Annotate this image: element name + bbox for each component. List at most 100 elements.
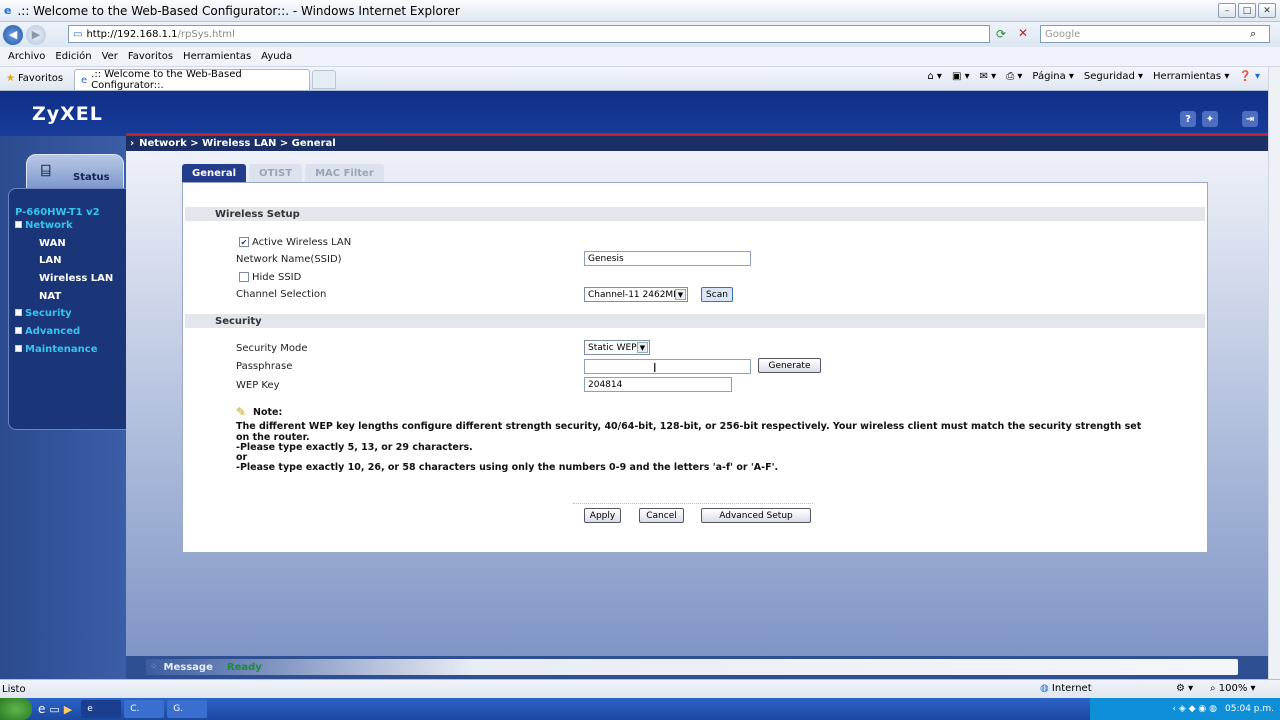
sidebar-nav: P-660HW-T1 v2 Network WAN LAN Wireless L… — [8, 188, 126, 430]
channel-select[interactable]: Channel-11 2462MHz ▼ — [584, 287, 688, 302]
taskbar-item-g[interactable]: G. — [167, 700, 208, 718]
menu-herramientas-cmd[interactable]: Herramientas ▾ — [1153, 71, 1229, 82]
hide-ssid-checkbox[interactable] — [239, 272, 249, 282]
taskbar-item-ie[interactable]: e — [81, 700, 122, 718]
content-area: General OTIST MAC Filter Wireless Setup … — [126, 151, 1268, 656]
status-tab[interactable]: ⌸ Status — [26, 154, 124, 190]
tab-mac-filter[interactable]: MAC Filter — [305, 164, 384, 182]
section-wireless-setup: Wireless Setup — [185, 207, 1205, 221]
globe-icon: ◍ — [1040, 683, 1049, 694]
chevron-down-icon: ▼ — [675, 289, 686, 300]
start-button[interactable] — [0, 698, 32, 720]
menu-pagina[interactable]: Página ▾ — [1032, 71, 1074, 82]
breadcrumb-arrow-icon: › — [130, 138, 135, 149]
sidebar-item-maintenance[interactable]: Maintenance — [15, 344, 98, 355]
expand-icon — [15, 345, 22, 352]
address-path: /rpSys.html — [177, 28, 235, 40]
menu-favoritos[interactable]: Favoritos — [128, 51, 173, 62]
print-icon[interactable]: ⎙ ▾ — [1006, 71, 1022, 82]
note-icon: ✎ — [236, 405, 247, 419]
menu-ayuda[interactable]: Ayuda — [261, 51, 292, 62]
zoom-control[interactable]: ⌕ 100% ▾ — [1210, 683, 1256, 694]
desktop-quicklaunch-icon[interactable]: ▭ — [49, 703, 59, 716]
breadcrumb-text: Network > Wireless LAN > General — [139, 138, 336, 149]
browser-tab-active[interactable]: e.:: Welcome to the Web-Based Configurat… — [74, 69, 310, 91]
sidebar-item-wireless-lan[interactable]: Wireless LAN — [39, 273, 113, 284]
sidebar-item-lan[interactable]: LAN — [39, 255, 61, 266]
menu-bar: Archivo Edición Ver Favoritos Herramient… — [0, 47, 1280, 67]
sidebar-item-wan[interactable]: WAN — [39, 238, 66, 249]
expand-icon — [15, 327, 22, 334]
sidebar-item-security[interactable]: Security — [15, 308, 72, 319]
sidebar-item-advanced[interactable]: Advanced — [15, 326, 80, 337]
security-mode-select[interactable]: Static WEP ▼ — [584, 340, 650, 355]
vertical-scrollbar[interactable] — [1268, 67, 1280, 679]
menu-seguridad[interactable]: Seguridad ▾ — [1084, 71, 1143, 82]
apply-button[interactable]: Apply — [584, 508, 621, 523]
stop-icon[interactable]: ✕ — [1018, 26, 1028, 40]
active-wlan-checkbox[interactable]: ✔ — [239, 237, 249, 247]
mail-icon[interactable]: ✉ ▾ — [980, 71, 997, 82]
ie-tab-icon: e — [81, 74, 88, 86]
refresh-icon[interactable]: ⟳ — [996, 27, 1006, 41]
ie-quicklaunch-icon[interactable]: e — [38, 702, 45, 716]
media-quicklaunch-icon[interactable]: ▶ — [64, 703, 72, 716]
menu-archivo[interactable]: Archivo — [8, 51, 45, 62]
window-title: .:: Welcome to the Web-Based Configurato… — [17, 3, 460, 18]
active-wlan-label: Active Wireless LAN — [252, 237, 352, 248]
message-label: Message — [163, 661, 213, 673]
close-window-button[interactable]: ✕ — [1258, 3, 1276, 18]
clock: 05:04 p.m. — [1225, 704, 1274, 714]
page-header: ZyXEL ? ✦ ⇥ — [0, 91, 1268, 136]
address-bar[interactable]: ▭ http://192.168.1.1/rpSys.html — [68, 25, 990, 43]
ssid-input[interactable]: Genesis — [584, 251, 751, 266]
section-security: Security — [185, 314, 1205, 328]
message-value: Ready — [226, 661, 262, 673]
search-input[interactable]: Google — [1040, 25, 1270, 43]
generate-button[interactable]: Generate — [758, 358, 821, 373]
router-page: ZyXEL ? ✦ ⇥ › Network > Wireless LAN > Ge… — [0, 91, 1268, 679]
favorites-button[interactable]: ★ Favoritos — [6, 73, 63, 84]
favorites-label: Favoritos — [17, 73, 64, 84]
passphrase-input[interactable] — [584, 359, 751, 374]
scan-button[interactable]: Scan — [701, 287, 733, 302]
forward-button[interactable]: ▶ — [26, 24, 46, 45]
router-icon: ⌸ — [41, 161, 51, 180]
sidebar-item-nat[interactable]: NAT — [39, 291, 61, 302]
expand-icon — [15, 309, 22, 316]
wep-key-input[interactable]: 204814 — [584, 377, 732, 392]
home-icon[interactable]: ⌂ ▾ — [927, 71, 942, 82]
back-button[interactable]: ◀ — [3, 24, 23, 45]
message-icon: ⁘ — [150, 662, 158, 672]
menu-herramientas[interactable]: Herramientas — [183, 51, 251, 62]
search-icon[interactable]: ⌕ — [1250, 27, 1256, 41]
advanced-setup-button[interactable]: Advanced Setup — [701, 508, 811, 523]
tab-otist[interactable]: OTIST — [249, 164, 303, 182]
star-icon: ★ — [6, 73, 15, 84]
protected-mode-icon[interactable]: ⚙ ▾ — [1176, 683, 1193, 694]
taskbar-item-c[interactable]: C. — [124, 700, 165, 718]
cancel-button[interactable]: Cancel — [639, 508, 684, 523]
channel-value: Channel-11 2462MHz — [588, 289, 685, 300]
wep-key-label: WEP Key — [236, 380, 280, 391]
wizard-icon[interactable]: ✦ — [1202, 111, 1218, 127]
feeds-icon[interactable]: ▣ ▾ — [952, 71, 970, 82]
menu-ver[interactable]: Ver — [102, 51, 118, 62]
window-titlebar: e .:: Welcome to the Web-Based Configura… — [0, 0, 1280, 22]
ssid-label: Network Name(SSID) — [236, 254, 342, 265]
tray-icons[interactable]: ‹ ◈ ◆ ◉ ◍ — [1172, 704, 1217, 714]
new-tab-button[interactable] — [312, 70, 336, 89]
taskbar: e ▭ ▶ e C. G. ‹ ◈ ◆ ◉ ◍ 05:04 p.m. — [0, 698, 1280, 720]
menu-edicion[interactable]: Edición — [55, 51, 91, 62]
passphrase-label: Passphrase — [236, 361, 293, 372]
channel-label: Channel Selection — [236, 289, 327, 300]
maximize-button[interactable]: □ — [1238, 3, 1256, 18]
help-icon[interactable]: ❓ ▾ — [1239, 71, 1260, 82]
logout-icon[interactable]: ⇥ — [1242, 111, 1258, 127]
minimize-button[interactable]: – — [1218, 3, 1236, 18]
tab-general[interactable]: General — [182, 164, 246, 182]
ie-icon: e — [4, 4, 12, 17]
sidebar-item-network[interactable]: Network — [15, 220, 73, 231]
chevron-down-icon: ▼ — [637, 342, 648, 353]
help-button[interactable]: ? — [1180, 111, 1196, 127]
